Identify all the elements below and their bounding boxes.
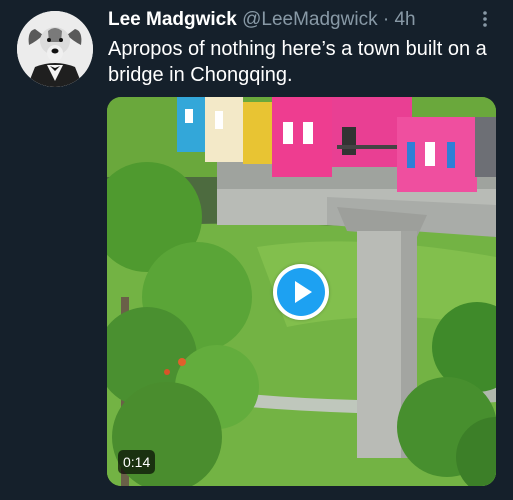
more-vertical-icon (483, 11, 487, 27)
play-button[interactable] (273, 264, 329, 320)
user-handle[interactable]: @LeeMadgwick (242, 9, 377, 30)
tweet-header: Lee Madgwick @LeeMadgwick · 4h (108, 9, 416, 31)
timestamp[interactable]: 4h (394, 9, 415, 30)
more-options-button[interactable] (478, 10, 492, 28)
video-duration-badge: 0:14 (118, 450, 156, 474)
tweet-text: Apropos of nothing here’s a town built o… (108, 38, 487, 86)
dog-avatar-icon (17, 11, 93, 87)
separator-dot: · (382, 9, 390, 30)
tweet[interactable]: Lee Madgwick @LeeMadgwick · 4h Apropos o… (0, 0, 513, 500)
avatar[interactable] (17, 11, 93, 87)
display-name[interactable]: Lee Madgwick (108, 9, 237, 30)
play-icon (277, 268, 325, 316)
